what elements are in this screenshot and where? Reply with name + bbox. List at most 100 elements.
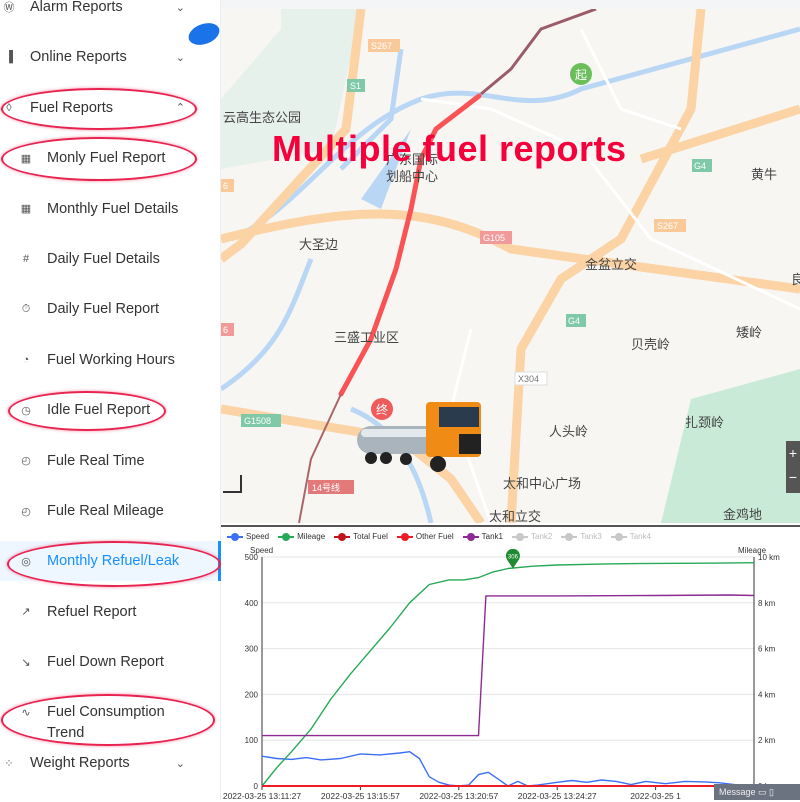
sidebar-item-label: Monthly Fuel Details: [47, 200, 179, 217]
message-label: Message: [719, 787, 756, 797]
sidebar-item-fuel-consumption-trend[interactable]: ∿ Fuel Consumption Trend: [0, 693, 221, 741]
grid-icon: ▦: [20, 203, 32, 216]
sidebar-item-daily-fuel-report[interactable]: ⏱ Daily Fuel Report: [0, 289, 221, 329]
y-left-tick-label: 100: [245, 736, 259, 745]
map-zoom-control[interactable]: + −: [786, 441, 800, 493]
y-right-tick-label: 8 km: [758, 599, 776, 608]
overlay-title: Multiple fuel reports: [272, 128, 627, 169]
svg-text:三盛工业区: 三盛工业区: [334, 330, 399, 345]
timer-icon: ◴: [21, 505, 31, 518]
timer-icon: ◴: [21, 455, 31, 468]
svg-text:云高生态公园: 云高生态公园: [223, 110, 301, 125]
sidebar-item-label: Fuel Consumption Trend: [47, 703, 165, 741]
clock-icon: ◔: [22, 353, 30, 366]
stopwatch-icon: ⏱: [21, 302, 31, 315]
sidebar-item-fuel-working-hours[interactable]: ◔ Fuel Working Hours: [0, 340, 221, 380]
sidebar-item-idle-fuel-report[interactable]: ◷ Idle Fuel Report: [0, 390, 221, 430]
sidebar-item-monly-fuel-report[interactable]: ▦ Monly Fuel Report: [0, 138, 221, 178]
y-left-tick-label: 300: [245, 645, 259, 654]
dashboard-icon: ◷: [21, 404, 31, 417]
start-marker[interactable]: 起: [575, 68, 587, 82]
chart-svg: 00 km1002 km2004 km3006 km4008 km50010 k…: [223, 546, 780, 801]
pulse-icon: ∿: [21, 707, 31, 720]
svg-text:S267: S267: [657, 221, 678, 231]
y-left-tick-label: 0: [254, 782, 259, 791]
y-right-axis-title: Mileage: [738, 546, 767, 555]
end-marker[interactable]: 终: [376, 402, 388, 417]
line-up-icon: ↗: [21, 606, 31, 619]
series-speed-line: [261, 750, 755, 787]
sidebar-item-daily-fuel-details[interactable]: # Daily Fuel Details: [0, 239, 221, 279]
sidebar-item-label: Alarm Reports: [30, 0, 123, 15]
sidebar-item-label: Monly Fuel Report: [47, 150, 166, 167]
svg-text:划船中心: 划船中心: [386, 169, 438, 184]
wordpress-icon: Ⓦ: [3, 2, 15, 14]
sidebar-item-fule-real-time[interactable]: ◴ Fule Real Time: [0, 441, 221, 481]
chevron-icon[interactable]: ⌃: [176, 101, 185, 114]
sidebar-item-alarm-reports[interactable]: Ⓦ Alarm Reports ⌄: [0, 0, 221, 27]
series-tank1-line: [262, 594, 755, 737]
svg-text:金盆立交: 金盆立交: [585, 257, 637, 272]
sidebar-item-monthly-fuel-details[interactable]: ▦ Monthly Fuel Details: [0, 189, 221, 229]
sidebar-item-label: Daily Fuel Details: [47, 251, 160, 267]
sidebar-item-label: Fule Real Mileage: [47, 503, 164, 519]
sidebar-item-label: Fuel Down Report: [47, 654, 164, 671]
map[interactable]: 起 终 云高生态公园 广东国际 划船中心 大圣边 金盆立交 黄牛 三盛工业区 贝…: [221, 9, 800, 523]
svg-text:大圣边: 大圣边: [299, 237, 338, 252]
sidebar-item-fuel-down-report[interactable]: ↘ Fuel Down Report: [0, 642, 221, 682]
svg-text:黄牛: 黄牛: [751, 167, 777, 182]
svg-text:矮岭: 矮岭: [736, 325, 762, 340]
sidebar-item-label: Daily Fuel Report: [47, 301, 160, 318]
sidebar-item-label: Refuel Report: [47, 603, 137, 620]
sidebar-item-label: Weight Reports: [30, 755, 130, 771]
sidebar: Ⓦ Alarm Reports ⌄ ▐ Online Reports ⌄ ◊ Fuel Rep…: [0, 0, 223, 800]
svg-text:G4: G4: [694, 161, 706, 171]
chevron-icon[interactable]: ⌄: [176, 51, 185, 64]
sidebar-item-monthly-refuel-leak[interactable]: ◎ Monthly Refuel/Leak: [0, 541, 221, 582]
map-canvas: 起 终 云高生态公园 广东国际 划船中心 大圣边 金盆立交 黄牛 三盛工业区 贝…: [221, 9, 800, 523]
sidebar-item-label: Online Reports: [30, 49, 127, 66]
svg-text:14号线: 14号线: [312, 482, 340, 493]
map-header: [221, 0, 800, 9]
annotation-label: 306: [508, 554, 519, 560]
svg-text:太和中心广场: 太和中心广场: [503, 476, 581, 491]
svg-text:S1: S1: [350, 81, 361, 91]
svg-text:G1508: G1508: [244, 416, 271, 426]
hash-icon: #: [22, 253, 30, 265]
chevron-icon[interactable]: ⌄: [176, 757, 185, 770]
y-right-tick-label: 4 km: [758, 690, 776, 699]
y-left-axis-title: Speed: [250, 546, 273, 555]
chevron-icon[interactable]: ⌄: [176, 1, 185, 14]
svg-text:太和立交: 太和立交: [489, 509, 541, 523]
sidebar-item-online-reports[interactable]: ▐ Online Reports ⌄: [0, 37, 221, 77]
sidebar-item-label: Monthly Refuel/Leak: [47, 553, 180, 570]
chart-panel: Speed Mileage Total Fuel Other Fuel Tank1 Tan…: [221, 525, 800, 801]
pie-chart-icon: ◎: [21, 555, 31, 568]
y-right-tick-label: 6 km: [758, 645, 776, 654]
table-icon: ▦: [20, 152, 32, 165]
sidebar-item-weight-reports[interactable]: ⁘ Weight Reports ⌄: [0, 743, 221, 783]
y-left-tick-label: 200: [245, 690, 259, 699]
sidebar-item-label: Fuel Reports: [30, 99, 114, 116]
svg-text:人头岭: 人头岭: [549, 424, 588, 439]
svg-text:良: 良: [791, 272, 800, 287]
bar-chart-icon: ▐: [5, 51, 13, 64]
message-bar[interactable]: Message ▭ ▯: [714, 784, 800, 800]
svg-text:贝壳岭: 贝壳岭: [631, 337, 670, 352]
svg-text:S267: S267: [371, 41, 392, 51]
svg-text:X304: X304: [518, 374, 539, 384]
sidebar-item-label: Idle Fuel Report: [47, 402, 151, 419]
svg-text:G105: G105: [483, 233, 505, 243]
svg-text:G4: G4: [568, 316, 580, 326]
sidebar-item-label: Fuel Working Hours: [47, 351, 175, 368]
sidebar-item-fule-real-mileage[interactable]: ◴ Fule Real Mileage: [0, 491, 221, 531]
sidebar-item-refuel-report[interactable]: ↗ Refuel Report: [0, 592, 221, 632]
y-right-tick-label: 2 km: [758, 736, 776, 745]
svg-text:金鸡地: 金鸡地: [723, 507, 762, 522]
svg-text:6: 6: [223, 181, 228, 191]
fuel-icon: ◊: [6, 101, 12, 114]
weight-icon: ⁘: [4, 757, 14, 770]
y-left-tick-label: 400: [245, 599, 259, 608]
sidebar-item-fuel-reports[interactable]: ◊ Fuel Reports ⌃: [0, 88, 221, 128]
sidebar-item-label: Fule Real Time: [47, 452, 145, 469]
